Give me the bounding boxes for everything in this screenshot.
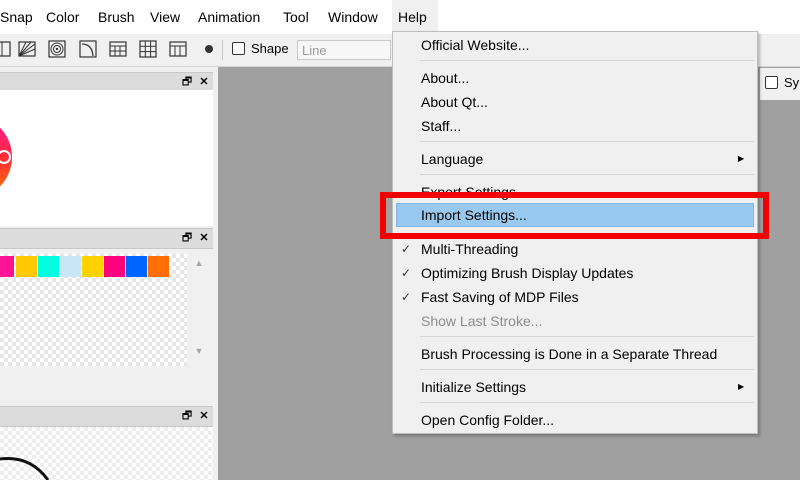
- menu-brush[interactable]: Brush: [98, 0, 135, 34]
- menu-separator: [420, 141, 754, 142]
- curve-ruler-icon[interactable]: [78, 39, 98, 59]
- navigator-panel: [0, 427, 213, 480]
- perspective-ruler-icon[interactable]: [17, 39, 37, 59]
- menu-item-initialize-settings[interactable]: Initialize Settings: [421, 376, 526, 398]
- menu-item-staff[interactable]: Staff...: [421, 115, 461, 137]
- toolbar-right: Sy: [760, 68, 800, 100]
- float-icon[interactable]: 🗗: [180, 75, 194, 89]
- palette-grid: [0, 254, 187, 366]
- menu-tool[interactable]: Tool: [283, 0, 309, 34]
- menu-item-show-last-stroke: Show Last Stroke...: [421, 313, 543, 329]
- menu-item-export-settings[interactable]: Export Settings...: [421, 181, 528, 203]
- panel-header-navigator: 🗗 ✕: [0, 406, 213, 427]
- palette-swatch[interactable]: [0, 256, 14, 277]
- scroll-down-icon[interactable]: ▼: [193, 346, 205, 356]
- close-icon[interactable]: ✕: [197, 409, 211, 423]
- float-icon[interactable]: 🗗: [180, 409, 194, 423]
- menu-separator: [420, 60, 754, 61]
- menu-view[interactable]: View: [150, 0, 180, 34]
- panel-header-palette: 🗗 ✕: [0, 228, 213, 249]
- scroll-up-icon[interactable]: ▲: [193, 258, 205, 268]
- submenu-arrow-icon: ▶: [738, 154, 745, 163]
- menu-bar: Snap Color Brush View Animation Tool Win…: [0, 0, 800, 34]
- menu-separator: [420, 174, 754, 175]
- palette-swatch[interactable]: [38, 256, 59, 277]
- toolbar-separator: [222, 40, 223, 60]
- palette-swatch[interactable]: [126, 256, 147, 277]
- menu-item-about[interactable]: About...: [421, 67, 469, 89]
- frame-ruler-icon[interactable]: [168, 39, 188, 59]
- palette-swatch[interactable]: [104, 256, 125, 277]
- menu-item-language[interactable]: Language: [421, 148, 483, 170]
- check-icon: ✓: [401, 242, 412, 256]
- float-icon[interactable]: 🗗: [180, 231, 194, 245]
- shape-select[interactable]: Line: [297, 40, 391, 60]
- color-wheel[interactable]: [0, 90, 40, 226]
- menu-item-fast-saving[interactable]: Fast Saving of MDP Files: [421, 286, 579, 308]
- menu-item-import-settings[interactable]: Import Settings...: [421, 204, 527, 226]
- grid-icon[interactable]: [138, 39, 158, 59]
- sync-checkbox[interactable]: [765, 76, 778, 89]
- dot-icon[interactable]: [199, 39, 219, 59]
- palette-swatch[interactable]: [60, 256, 81, 277]
- navigator-preview[interactable]: [0, 427, 213, 480]
- close-icon[interactable]: ✕: [197, 231, 211, 245]
- help-menu-dropdown: Official Website... About... About Qt...…: [392, 31, 758, 434]
- shape-checkbox[interactable]: [232, 42, 245, 55]
- concentric-ruler-icon[interactable]: [47, 39, 67, 59]
- ruler-icon[interactable]: [0, 39, 12, 59]
- menu-window[interactable]: Window: [328, 0, 378, 34]
- sync-label: Sy: [784, 75, 800, 90]
- shape-label: Shape: [251, 41, 289, 56]
- menu-separator: [420, 369, 754, 370]
- menu-animation[interactable]: Animation: [198, 0, 260, 34]
- palette-swatch[interactable]: [16, 256, 37, 277]
- menu-item-brush-processing[interactable]: Brush Processing is Done in a Separate T…: [421, 343, 717, 365]
- menu-item-official-website[interactable]: Official Website...: [421, 34, 529, 56]
- palette-swatch[interactable]: [148, 256, 169, 277]
- menu-item-open-config-folder[interactable]: Open Config Folder...: [421, 409, 554, 431]
- palette-swatch[interactable]: [82, 256, 103, 277]
- check-icon: ✓: [401, 266, 412, 280]
- color-wheel-panel: [0, 90, 213, 226]
- menu-item-multi-threading[interactable]: Multi-Threading: [421, 238, 518, 260]
- menu-separator: [420, 402, 754, 403]
- menu-help[interactable]: Help: [392, 0, 438, 34]
- palette-panel: ▲ ▼: [0, 250, 213, 405]
- grid-ruler-icon[interactable]: [108, 39, 128, 59]
- menu-item-optimizing-brush[interactable]: Optimizing Brush Display Updates: [421, 262, 633, 284]
- left-dock: 🗗 ✕ 🗗 ✕ ▲ ▼ 🗗 ✕: [0, 67, 218, 480]
- check-icon: ✓: [401, 290, 412, 304]
- submenu-arrow-icon: ▶: [738, 382, 745, 391]
- menu-separator: [420, 336, 754, 337]
- menu-color[interactable]: Color: [46, 0, 79, 34]
- menu-item-about-qt[interactable]: About Qt...: [421, 91, 488, 113]
- close-icon[interactable]: ✕: [197, 75, 211, 89]
- menu-snap[interactable]: Snap: [0, 0, 33, 34]
